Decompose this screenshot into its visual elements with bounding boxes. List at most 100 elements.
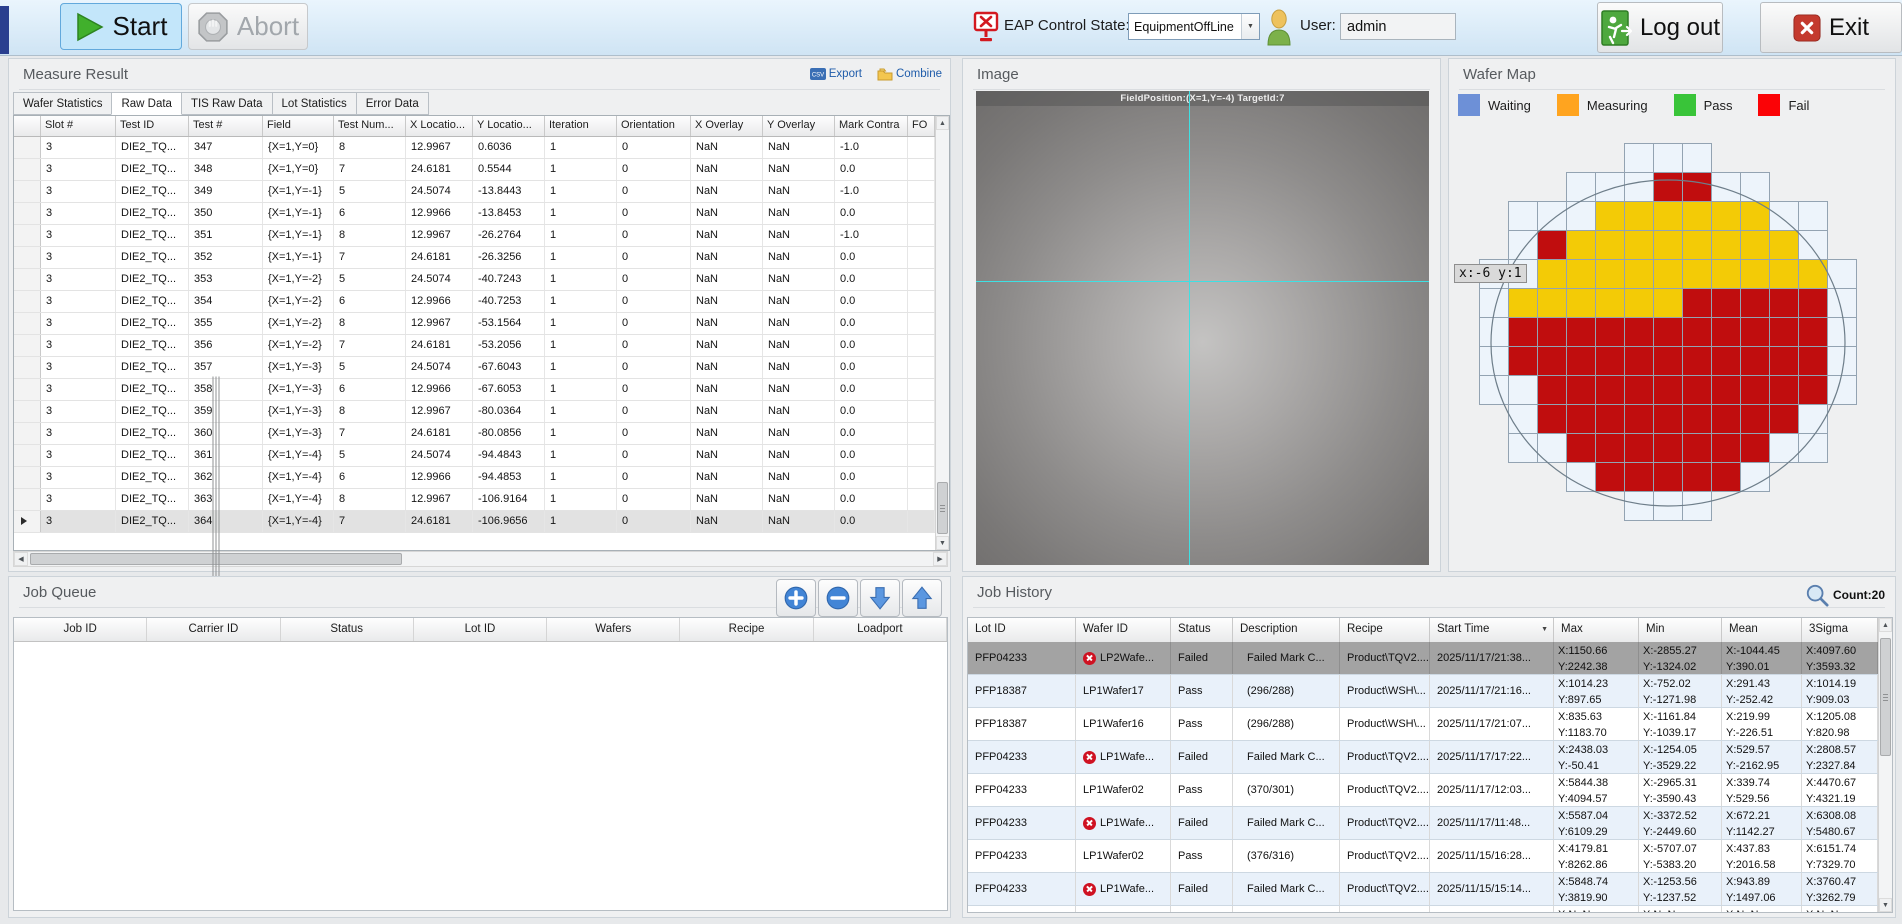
row-selector[interactable]: [14, 423, 41, 444]
wafer-cell[interactable]: [1827, 317, 1857, 347]
wafer-cell[interactable]: [1566, 433, 1596, 463]
add-job-button[interactable]: [776, 579, 816, 617]
wafer-cell[interactable]: [1566, 462, 1596, 492]
wafer-cell[interactable]: [1798, 317, 1828, 347]
wafer-cell[interactable]: [1711, 346, 1741, 376]
wafer-cell[interactable]: [1566, 172, 1596, 202]
history-row[interactable]: PFP04233LP1Wafer02Pass(376/316)Product\T…: [968, 840, 1878, 873]
column-header[interactable]: Test ID: [116, 116, 189, 136]
export-link[interactable]: CSV Export: [810, 67, 862, 81]
wafer-cell[interactable]: [1653, 172, 1683, 202]
column-header[interactable]: Slot #: [41, 116, 116, 136]
column-header[interactable]: FO: [908, 116, 935, 136]
history-row[interactable]: PFP04233LP1Wafe...FailedAbort...Product\…: [968, 906, 1878, 913]
move-up-button[interactable]: [902, 579, 942, 617]
wafer-cell[interactable]: [1653, 317, 1683, 347]
measure-row[interactable]: 3DIE2_TQ...352{X=1,Y=-1}724.6181-26.3256…: [14, 247, 949, 269]
column-header[interactable]: Wafers: [547, 618, 680, 641]
tab-raw-data[interactable]: Raw Data: [111, 92, 182, 115]
measure-row[interactable]: 3DIE2_TQ...364{X=1,Y=-4}724.6181-106.965…: [14, 511, 949, 533]
wafer-cell[interactable]: [1711, 404, 1741, 434]
wafer-cell[interactable]: [1769, 433, 1799, 463]
wafer-cell[interactable]: [1624, 230, 1654, 260]
wafer-cell[interactable]: [1624, 433, 1654, 463]
wafer-cell[interactable]: [1508, 375, 1538, 405]
wafer-cell[interactable]: [1769, 288, 1799, 318]
wafer-cell[interactable]: [1566, 375, 1596, 405]
wafer-cell[interactable]: [1740, 288, 1770, 318]
row-selector[interactable]: [14, 445, 41, 466]
wafer-cell[interactable]: [1595, 201, 1625, 231]
column-header[interactable]: Job ID: [14, 618, 147, 641]
measure-row[interactable]: 3DIE2_TQ...361{X=1,Y=-4}524.5074-94.4843…: [14, 445, 949, 467]
scroll-right-icon[interactable]: ▶: [933, 552, 947, 566]
camera-image[interactable]: FieldPosition:(X=1,Y=-4) TargetId:7: [976, 91, 1429, 565]
logout-button[interactable]: Log out: [1597, 2, 1723, 53]
wafer-cell[interactable]: [1537, 375, 1567, 405]
wafer-cell[interactable]: [1769, 346, 1799, 376]
wafer-cell[interactable]: [1740, 201, 1770, 231]
measure-row[interactable]: 3DIE2_TQ...350{X=1,Y=-1}612.9966-13.8453…: [14, 203, 949, 225]
scroll-up-icon[interactable]: ▲: [936, 116, 949, 130]
measure-row[interactable]: 3DIE2_TQ...347{X=1,Y=0}812.99670.603610N…: [14, 137, 949, 159]
column-header[interactable]: Loadport: [814, 618, 947, 641]
wafer-cell[interactable]: [1740, 317, 1770, 347]
wafer-cell[interactable]: [1769, 259, 1799, 289]
wafer-cell[interactable]: [1653, 491, 1683, 521]
row-selector[interactable]: [14, 357, 41, 378]
wafer-cell[interactable]: [1624, 404, 1654, 434]
measure-row[interactable]: 3DIE2_TQ...356{X=1,Y=-2}724.6181-53.2056…: [14, 335, 949, 357]
wafer-cell[interactable]: [1479, 317, 1509, 347]
wafer-cell[interactable]: [1537, 317, 1567, 347]
wafer-cell[interactable]: [1595, 404, 1625, 434]
wafer-cell[interactable]: [1508, 404, 1538, 434]
wafer-cell[interactable]: [1653, 288, 1683, 318]
measure-row[interactable]: 3DIE2_TQ...355{X=1,Y=-2}812.9967-53.1564…: [14, 313, 949, 335]
wafer-cell[interactable]: [1682, 433, 1712, 463]
wafer-cell[interactable]: [1624, 172, 1654, 202]
wafer-cell[interactable]: [1566, 317, 1596, 347]
scroll-down-icon[interactable]: ▼: [1879, 898, 1892, 912]
measure-row[interactable]: 3DIE2_TQ...359{X=1,Y=-3}812.9967-80.0364…: [14, 401, 949, 423]
column-header[interactable]: Max: [1554, 618, 1639, 642]
wafer-cell[interactable]: [1682, 259, 1712, 289]
wafer-cell[interactable]: [1740, 230, 1770, 260]
column-header[interactable]: Wafer ID: [1076, 618, 1171, 642]
wafer-cell[interactable]: [1537, 433, 1567, 463]
wafer-cell[interactable]: [1827, 375, 1857, 405]
column-header[interactable]: Test #: [189, 116, 263, 136]
column-header[interactable]: Y Locatio...: [473, 116, 545, 136]
wafer-cell[interactable]: [1682, 404, 1712, 434]
column-header[interactable]: Mark Contra: [835, 116, 908, 136]
measure-row[interactable]: 3DIE2_TQ...358{X=1,Y=-3}612.9966-67.6053…: [14, 379, 949, 401]
wafer-cell[interactable]: [1537, 404, 1567, 434]
column-header[interactable]: Carrier ID: [147, 618, 280, 641]
scrollbar-thumb[interactable]: [937, 482, 948, 534]
v-scrollbar[interactable]: ▲ ▼: [935, 116, 949, 550]
wafer-cell[interactable]: [1624, 346, 1654, 376]
row-selector[interactable]: [14, 203, 41, 224]
wafer-cell[interactable]: [1682, 462, 1712, 492]
wafer-cell[interactable]: [1595, 317, 1625, 347]
wafer-cell[interactable]: [1740, 375, 1770, 405]
measure-row[interactable]: 3DIE2_TQ...349{X=1,Y=-1}524.5074-13.8443…: [14, 181, 949, 203]
wafer-cell[interactable]: [1798, 346, 1828, 376]
wafer-cell[interactable]: [1566, 288, 1596, 318]
row-selector[interactable]: [14, 467, 41, 488]
wafer-cell[interactable]: [1624, 288, 1654, 318]
row-selector[interactable]: [14, 489, 41, 510]
wafer-cell[interactable]: [1711, 462, 1741, 492]
column-header[interactable]: Recipe: [680, 618, 813, 641]
wafer-cell[interactable]: [1682, 346, 1712, 376]
wafer-cell[interactable]: [1740, 172, 1770, 202]
tab-error-data[interactable]: Error Data: [356, 92, 429, 115]
wafer-cell[interactable]: [1537, 288, 1567, 318]
wafer-cell[interactable]: [1537, 259, 1567, 289]
wafer-cell[interactable]: [1740, 259, 1770, 289]
row-selector[interactable]: [14, 225, 41, 246]
wafer-cell[interactable]: [1508, 433, 1538, 463]
wafer-cell[interactable]: [1566, 259, 1596, 289]
wafer-cell[interactable]: [1566, 230, 1596, 260]
wafer-cell[interactable]: [1798, 433, 1828, 463]
column-header[interactable]: Min: [1639, 618, 1722, 642]
